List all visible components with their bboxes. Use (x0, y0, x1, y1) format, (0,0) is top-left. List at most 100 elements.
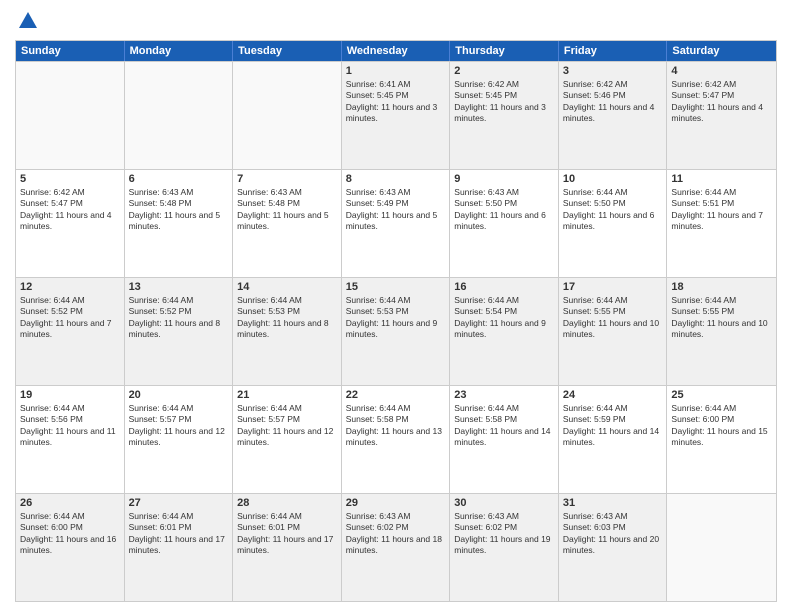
day-number: 27 (129, 497, 229, 509)
cell-info: Sunrise: 6:44 AMSunset: 5:51 PMDaylight:… (671, 187, 772, 233)
calendar-cell-12: 12 Sunrise: 6:44 AMSunset: 5:52 PMDayligh… (16, 278, 125, 385)
day-number: 23 (454, 389, 554, 401)
cell-info: Sunrise: 6:44 AMSunset: 5:57 PMDaylight:… (237, 403, 337, 449)
day-number: 12 (20, 281, 120, 293)
cell-info: Sunrise: 6:42 AMSunset: 5:45 PMDaylight:… (454, 79, 554, 125)
calendar-cell-15: 15 Sunrise: 6:44 AMSunset: 5:53 PMDayligh… (342, 278, 451, 385)
day-number: 4 (671, 65, 772, 77)
calendar-cell-7: 7 Sunrise: 6:43 AMSunset: 5:48 PMDaylight… (233, 170, 342, 277)
calendar-cell-1: 1Sunrise: 6:41 AMSunset: 5:45 PMDaylight… (342, 62, 451, 169)
calendar-cell-18: 18 Sunrise: 6:44 AMSunset: 5:55 PMDayligh… (667, 278, 776, 385)
calendar-cell-14: 14 Sunrise: 6:44 AMSunset: 5:53 PMDayligh… (233, 278, 342, 385)
cell-info: Sunrise: 6:44 AMSunset: 5:50 PMDaylight:… (563, 187, 663, 233)
day-header-friday: Friday (559, 41, 668, 61)
calendar-cell-27: 27 Sunrise: 6:44 AMSunset: 6:01 PMDayligh… (125, 494, 234, 601)
cell-info: Sunrise: 6:44 AMSunset: 5:55 PMDaylight:… (671, 295, 772, 341)
cell-info: Sunrise: 6:44 AMSunset: 5:53 PMDaylight:… (346, 295, 446, 341)
day-number: 17 (563, 281, 663, 293)
calendar-cell-empty (233, 62, 342, 169)
cell-info: Sunrise: 6:41 AMSunset: 5:45 PMDaylight:… (346, 79, 446, 125)
day-number: 7 (237, 173, 337, 185)
cell-info: Sunrise: 6:44 AMSunset: 5:53 PMDaylight:… (237, 295, 337, 341)
calendar-cell-10: 10 Sunrise: 6:44 AMSunset: 5:50 PMDayligh… (559, 170, 668, 277)
calendar-cell-16: 16Sunrise: 6:44 AMSunset: 5:54 PMDayligh… (450, 278, 559, 385)
calendar-cell-31: 31 Sunrise: 6:43 AMSunset: 6:03 PMDayligh… (559, 494, 668, 601)
day-number: 24 (563, 389, 663, 401)
cell-info: Sunrise: 6:44 AMSunset: 5:56 PMDaylight:… (20, 403, 120, 449)
cell-info: Sunrise: 6:44 AMSunset: 6:01 PMDaylight:… (237, 511, 337, 557)
day-number: 2 (454, 65, 554, 77)
calendar-row-5: 26 Sunrise: 6:44 AMSunset: 6:00 PMDayligh… (16, 493, 776, 601)
calendar: SundayMondayTuesdayWednesdayThursdayFrid… (15, 40, 777, 602)
cell-info: Sunrise: 6:44 AMSunset: 5:58 PMDaylight:… (346, 403, 446, 449)
day-number: 22 (346, 389, 446, 401)
calendar-row-3: 12 Sunrise: 6:44 AMSunset: 5:52 PMDayligh… (16, 277, 776, 385)
cell-info: Sunrise: 6:44 AMSunset: 5:59 PMDaylight:… (563, 403, 663, 449)
cell-info: Sunrise: 6:44 AMSunset: 5:55 PMDaylight:… (563, 295, 663, 341)
calendar-cell-21: 21 Sunrise: 6:44 AMSunset: 5:57 PMDayligh… (233, 386, 342, 493)
cell-info: Sunrise: 6:42 AMSunset: 5:47 PMDaylight:… (671, 79, 772, 125)
day-number: 26 (20, 497, 120, 509)
calendar-cell-empty (16, 62, 125, 169)
day-number: 6 (129, 173, 229, 185)
cell-info: Sunrise: 6:43 AMSunset: 5:49 PMDaylight:… (346, 187, 446, 233)
day-number: 18 (671, 281, 772, 293)
calendar-cell-19: 19Sunrise: 6:44 AMSunset: 5:56 PMDayligh… (16, 386, 125, 493)
day-number: 28 (237, 497, 337, 509)
day-header-sunday: Sunday (16, 41, 125, 61)
day-number: 8 (346, 173, 446, 185)
calendar-header: SundayMondayTuesdayWednesdayThursdayFrid… (16, 41, 776, 61)
logo-icon (17, 10, 39, 32)
calendar-cell-3: 3Sunrise: 6:42 AMSunset: 5:46 PMDaylight… (559, 62, 668, 169)
day-number: 14 (237, 281, 337, 293)
cell-info: Sunrise: 6:44 AMSunset: 5:58 PMDaylight:… (454, 403, 554, 449)
calendar-cell-26: 26 Sunrise: 6:44 AMSunset: 6:00 PMDayligh… (16, 494, 125, 601)
calendar-cell-25: 25Sunrise: 6:44 AMSunset: 6:00 PMDayligh… (667, 386, 776, 493)
calendar-cell-4: 4 Sunrise: 6:42 AMSunset: 5:47 PMDaylight… (667, 62, 776, 169)
cell-info: Sunrise: 6:42 AMSunset: 5:46 PMDaylight:… (563, 79, 663, 125)
cell-info: Sunrise: 6:44 AMSunset: 6:01 PMDaylight:… (129, 511, 229, 557)
cell-info: Sunrise: 6:44 AMSunset: 5:52 PMDaylight:… (20, 295, 120, 341)
cell-info: Sunrise: 6:43 AMSunset: 5:48 PMDaylight:… (237, 187, 337, 233)
calendar-cell-29: 29 Sunrise: 6:43 AMSunset: 6:02 PMDayligh… (342, 494, 451, 601)
calendar-cell-20: 20Sunrise: 6:44 AMSunset: 5:57 PMDayligh… (125, 386, 234, 493)
day-number: 31 (563, 497, 663, 509)
logo (15, 10, 39, 32)
cell-info: Sunrise: 6:43 AMSunset: 6:03 PMDaylight:… (563, 511, 663, 557)
day-header-monday: Monday (125, 41, 234, 61)
day-number: 13 (129, 281, 229, 293)
calendar-cell-22: 22 Sunrise: 6:44 AMSunset: 5:58 PMDayligh… (342, 386, 451, 493)
day-number: 10 (563, 173, 663, 185)
calendar-cell-6: 6 Sunrise: 6:43 AMSunset: 5:48 PMDaylight… (125, 170, 234, 277)
calendar-cell-30: 30 Sunrise: 6:43 AMSunset: 6:02 PMDayligh… (450, 494, 559, 601)
cell-info: Sunrise: 6:44 AMSunset: 6:00 PMDaylight:… (20, 511, 120, 557)
cell-info: Sunrise: 6:43 AMSunset: 5:50 PMDaylight:… (454, 187, 554, 233)
calendar-cell-9: 9Sunrise: 6:43 AMSunset: 5:50 PMDaylight… (450, 170, 559, 277)
cell-info: Sunrise: 6:44 AMSunset: 5:52 PMDaylight:… (129, 295, 229, 341)
calendar-cell-17: 17 Sunrise: 6:44 AMSunset: 5:55 PMDayligh… (559, 278, 668, 385)
day-number: 29 (346, 497, 446, 509)
cell-info: Sunrise: 6:43 AMSunset: 6:02 PMDaylight:… (346, 511, 446, 557)
calendar-body: 1Sunrise: 6:41 AMSunset: 5:45 PMDaylight… (16, 61, 776, 601)
calendar-row-2: 5Sunrise: 6:42 AMSunset: 5:47 PMDaylight… (16, 169, 776, 277)
day-number: 30 (454, 497, 554, 509)
header (15, 10, 777, 32)
day-header-thursday: Thursday (450, 41, 559, 61)
cell-info: Sunrise: 6:43 AMSunset: 5:48 PMDaylight:… (129, 187, 229, 233)
day-number: 15 (346, 281, 446, 293)
day-number: 11 (671, 173, 772, 185)
page: SundayMondayTuesdayWednesdayThursdayFrid… (0, 0, 792, 612)
day-number: 25 (671, 389, 772, 401)
calendar-row-4: 19Sunrise: 6:44 AMSunset: 5:56 PMDayligh… (16, 385, 776, 493)
cell-info: Sunrise: 6:43 AMSunset: 6:02 PMDaylight:… (454, 511, 554, 557)
day-number: 16 (454, 281, 554, 293)
calendar-cell-24: 24 Sunrise: 6:44 AMSunset: 5:59 PMDayligh… (559, 386, 668, 493)
calendar-cell-8: 8 Sunrise: 6:43 AMSunset: 5:49 PMDaylight… (342, 170, 451, 277)
day-number: 5 (20, 173, 120, 185)
calendar-cell-2: 2 Sunrise: 6:42 AMSunset: 5:45 PMDaylight… (450, 62, 559, 169)
calendar-cell-11: 11 Sunrise: 6:44 AMSunset: 5:51 PMDayligh… (667, 170, 776, 277)
calendar-cell-23: 23 Sunrise: 6:44 AMSunset: 5:58 PMDayligh… (450, 386, 559, 493)
day-number: 21 (237, 389, 337, 401)
calendar-cell-empty (125, 62, 234, 169)
day-header-saturday: Saturday (667, 41, 776, 61)
